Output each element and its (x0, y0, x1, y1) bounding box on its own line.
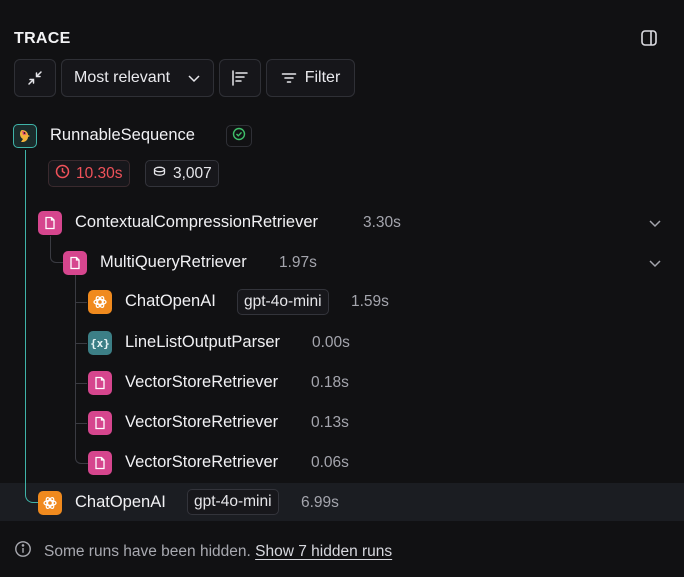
parser-icon: {x} (88, 331, 112, 355)
latency-value: 10.30s (76, 164, 123, 182)
openai-icon (88, 290, 112, 314)
run-duration: 0.18s (311, 374, 349, 391)
clock-icon (55, 164, 70, 184)
child-connector (50, 236, 63, 263)
run-name-root[interactable]: RunnableSequence (50, 126, 195, 145)
child-connector (75, 275, 76, 445)
run-duration: 0.00s (312, 334, 350, 351)
chevron-down-icon[interactable] (648, 216, 662, 230)
show-hidden-runs-link[interactable]: Show 7 hidden runs (255, 543, 392, 560)
latency-badge: 10.30s (48, 160, 130, 187)
run-duration: 0.06s (311, 454, 349, 471)
document-icon (88, 451, 112, 475)
hidden-runs-message: Some runs have been hidden. (44, 542, 251, 560)
document-icon (63, 251, 87, 275)
child-connector (75, 423, 87, 424)
filter-button-label: Filter (304, 69, 341, 86)
child-connector (75, 383, 87, 384)
check-circle-icon (232, 127, 246, 146)
child-connector (75, 445, 88, 464)
chevron-down-icon (187, 71, 201, 85)
info-icon (14, 540, 32, 563)
view-mode-button[interactable] (219, 59, 261, 97)
filter-icon (281, 70, 297, 86)
chevron-down-icon[interactable] (648, 256, 662, 270)
minimize-arrows-icon (27, 70, 43, 86)
run-name[interactable]: LineListOutputParser (125, 333, 280, 352)
run-name[interactable]: VectorStoreRetriever (125, 453, 278, 472)
document-icon (88, 411, 112, 435)
document-icon (38, 211, 62, 235)
run-duration: 3.30s (363, 214, 401, 231)
hidden-runs-notice: Some runs have been hidden. Show 7 hidde… (14, 540, 392, 563)
root-connector-line (25, 150, 26, 489)
run-duration: 0.13s (311, 414, 349, 431)
run-name[interactable]: MultiQueryRetriever (100, 253, 247, 272)
filter-button[interactable]: Filter (266, 59, 355, 97)
run-duration: 6.99s (301, 494, 339, 511)
run-name[interactable]: ChatOpenAI (125, 292, 216, 311)
root-branch-connector (25, 488, 38, 503)
success-status-badge (226, 125, 252, 147)
run-name[interactable]: VectorStoreRetriever (125, 413, 278, 432)
panel-title: TRACE (14, 30, 71, 47)
sort-dropdown-label: Most relevant (74, 69, 171, 86)
coins-icon (152, 164, 167, 184)
model-badge: gpt-4o-mini (237, 289, 329, 315)
waterfall-icon (231, 69, 249, 87)
token-count-badge: 3,007 (145, 160, 219, 187)
run-name[interactable]: ContextualCompressionRetriever (75, 213, 318, 232)
sort-dropdown[interactable]: Most relevant (61, 59, 214, 97)
child-connector (75, 343, 87, 344)
sidebar-toggle-icon[interactable] (640, 29, 658, 47)
collapse-all-button[interactable] (14, 59, 56, 97)
openai-icon (38, 491, 62, 515)
document-icon (88, 371, 112, 395)
token-count-value: 3,007 (173, 164, 212, 182)
run-duration: 1.97s (279, 254, 317, 271)
model-badge: gpt-4o-mini (187, 489, 279, 515)
run-name[interactable]: ChatOpenAI (75, 493, 166, 512)
parrot-icon (13, 124, 37, 148)
child-connector (75, 302, 87, 303)
run-name[interactable]: VectorStoreRetriever (125, 373, 278, 392)
run-duration: 1.59s (351, 293, 389, 310)
